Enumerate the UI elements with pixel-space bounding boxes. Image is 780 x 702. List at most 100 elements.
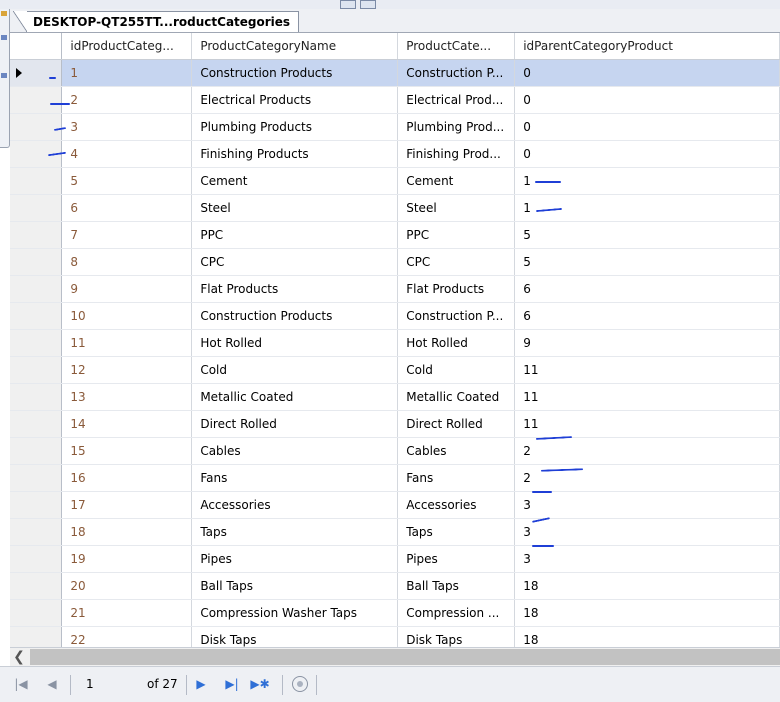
row-selector[interactable] bbox=[10, 302, 63, 330]
cell-description[interactable]: Construction P... bbox=[397, 302, 516, 330]
cell-parent-id[interactable]: 18 bbox=[514, 572, 780, 600]
toolbox-icon[interactable] bbox=[1, 73, 7, 78]
row-selector[interactable] bbox=[10, 167, 63, 195]
cell-id[interactable]: 17 bbox=[61, 491, 193, 519]
table-row[interactable]: 5 Cement Cement 1 bbox=[10, 167, 780, 195]
cell-description[interactable]: Metallic Coated bbox=[397, 383, 516, 411]
table-row[interactable]: 11 Hot Rolled Hot Rolled 9 bbox=[10, 329, 780, 357]
cell-description[interactable]: Disk Taps bbox=[397, 626, 516, 647]
cell-id[interactable]: 6 bbox=[61, 194, 193, 222]
cell-name[interactable]: Finishing Products bbox=[191, 140, 399, 168]
cell-parent-id[interactable]: 3 bbox=[514, 545, 780, 573]
cell-name[interactable]: CPC bbox=[191, 248, 399, 276]
cell-id[interactable]: 8 bbox=[61, 248, 193, 276]
server-explorer-icon[interactable] bbox=[1, 35, 7, 40]
results-pane-icon[interactable] bbox=[360, 0, 376, 9]
next-record-icon[interactable]: ▶ bbox=[194, 676, 208, 692]
cell-name[interactable]: Taps bbox=[191, 518, 399, 546]
cell-parent-id[interactable]: 3 bbox=[514, 491, 780, 519]
column-header-name[interactable]: ProductCategoryName bbox=[191, 33, 399, 60]
cell-id[interactable]: 7 bbox=[61, 221, 193, 249]
cell-name[interactable]: Construction Products bbox=[191, 59, 399, 87]
horizontal-scrollbar[interactable]: ❮ bbox=[10, 647, 780, 666]
cell-id[interactable]: 5 bbox=[61, 167, 193, 195]
cell-parent-id[interactable]: 2 bbox=[514, 437, 780, 465]
row-selector[interactable] bbox=[10, 113, 63, 141]
cell-name[interactable]: Construction Products bbox=[191, 302, 399, 330]
cell-id[interactable]: 2 bbox=[61, 86, 193, 114]
cell-name[interactable]: Pipes bbox=[191, 545, 399, 573]
object-explorer-collapsed[interactable] bbox=[0, 9, 10, 148]
cell-name[interactable]: Hot Rolled bbox=[191, 329, 399, 357]
row-selector[interactable] bbox=[10, 248, 63, 276]
cell-description[interactable]: Fans bbox=[397, 464, 516, 492]
cell-name[interactable]: Fans bbox=[191, 464, 399, 492]
table-row[interactable]: 6 Steel Steel 1 bbox=[10, 194, 780, 222]
table-row[interactable]: 10 Construction Products Construction P...… bbox=[10, 302, 780, 330]
cell-id[interactable]: 12 bbox=[61, 356, 193, 384]
cell-description[interactable]: Taps bbox=[397, 518, 516, 546]
table-row[interactable]: 7 PPC PPC 5 bbox=[10, 221, 780, 249]
cell-description[interactable]: Finishing Prod... bbox=[397, 140, 516, 168]
cell-parent-id[interactable]: 11 bbox=[514, 410, 780, 438]
table-row[interactable]: 2 Electrical Products Electrical Prod... 0 bbox=[10, 86, 780, 114]
table-row[interactable]: 19 Pipes Pipes 3 bbox=[10, 545, 780, 573]
table-row[interactable]: 14 Direct Rolled Direct Rolled 11 bbox=[10, 410, 780, 438]
cell-name[interactable]: Electrical Products bbox=[191, 86, 399, 114]
cell-parent-id[interactable]: 3 bbox=[514, 518, 780, 546]
row-selector[interactable] bbox=[10, 491, 63, 519]
row-selector[interactable] bbox=[10, 437, 63, 465]
last-record-icon[interactable]: ▶| bbox=[222, 676, 242, 692]
cell-name[interactable]: Direct Rolled bbox=[191, 410, 399, 438]
cell-parent-id[interactable]: 0 bbox=[514, 86, 780, 114]
cell-description[interactable]: Cement bbox=[397, 167, 516, 195]
cell-name[interactable]: Metallic Coated bbox=[191, 383, 399, 411]
table-row[interactable]: 20 Ball Taps Ball Taps 18 bbox=[10, 572, 780, 600]
table-row[interactable]: 16 Fans Fans 2 bbox=[10, 464, 780, 492]
new-record-icon[interactable]: ▶✱ bbox=[250, 676, 270, 692]
cell-name[interactable]: Disk Taps bbox=[191, 626, 399, 647]
cell-parent-id[interactable]: 18 bbox=[514, 626, 780, 647]
row-selector[interactable] bbox=[10, 275, 63, 303]
cell-id[interactable]: 10 bbox=[61, 302, 193, 330]
cell-name[interactable]: Steel bbox=[191, 194, 399, 222]
table-row[interactable]: 18 Taps Taps 3 bbox=[10, 518, 780, 546]
cell-id[interactable]: 22 bbox=[61, 626, 193, 647]
cell-description[interactable]: CPC bbox=[397, 248, 516, 276]
cell-description[interactable]: PPC bbox=[397, 221, 516, 249]
table-row[interactable]: 8 CPC CPC 5 bbox=[10, 248, 780, 276]
cell-parent-id[interactable]: 5 bbox=[514, 221, 780, 249]
cell-description[interactable]: Compression ... bbox=[397, 599, 516, 627]
cell-description[interactable]: Cold bbox=[397, 356, 516, 384]
cell-description[interactable]: Plumbing Prod... bbox=[397, 113, 516, 141]
table-row[interactable]: 13 Metallic Coated Metallic Coated 11 bbox=[10, 383, 780, 411]
column-header-parent-id[interactable]: idParentCategoryProduct bbox=[514, 33, 780, 60]
cell-id[interactable]: 3 bbox=[61, 113, 193, 141]
cell-id[interactable]: 19 bbox=[61, 545, 193, 573]
row-selector[interactable] bbox=[10, 356, 63, 384]
row-selector[interactable] bbox=[10, 599, 63, 627]
current-record-input[interactable] bbox=[80, 675, 142, 693]
row-selector[interactable] bbox=[10, 194, 63, 222]
cell-parent-id[interactable]: 9 bbox=[514, 329, 780, 357]
cell-description[interactable]: Construction P... bbox=[397, 59, 516, 87]
row-selector[interactable] bbox=[10, 572, 63, 600]
properties-icon[interactable] bbox=[1, 11, 7, 16]
table-row[interactable]: 1 Construction Products Construction P... 0 bbox=[10, 59, 780, 87]
cell-id[interactable]: 14 bbox=[61, 410, 193, 438]
cell-parent-id[interactable]: 18 bbox=[514, 599, 780, 627]
table-row[interactable]: 4 Finishing Products Finishing Prod... 0 bbox=[10, 140, 780, 168]
cell-name[interactable]: Ball Taps bbox=[191, 572, 399, 600]
cell-parent-id[interactable]: 6 bbox=[514, 302, 780, 330]
row-selector[interactable] bbox=[10, 410, 63, 438]
row-selector[interactable] bbox=[10, 221, 63, 249]
row-selector[interactable] bbox=[10, 329, 63, 357]
cell-description[interactable]: Steel bbox=[397, 194, 516, 222]
cell-name[interactable]: Flat Products bbox=[191, 275, 399, 303]
table-row[interactable]: 12 Cold Cold 11 bbox=[10, 356, 780, 384]
cell-name[interactable]: PPC bbox=[191, 221, 399, 249]
row-selector-header[interactable] bbox=[10, 33, 63, 60]
table-row[interactable]: 9 Flat Products Flat Products 6 bbox=[10, 275, 780, 303]
cell-parent-id[interactable]: 0 bbox=[514, 140, 780, 168]
cell-id[interactable]: 13 bbox=[61, 383, 193, 411]
